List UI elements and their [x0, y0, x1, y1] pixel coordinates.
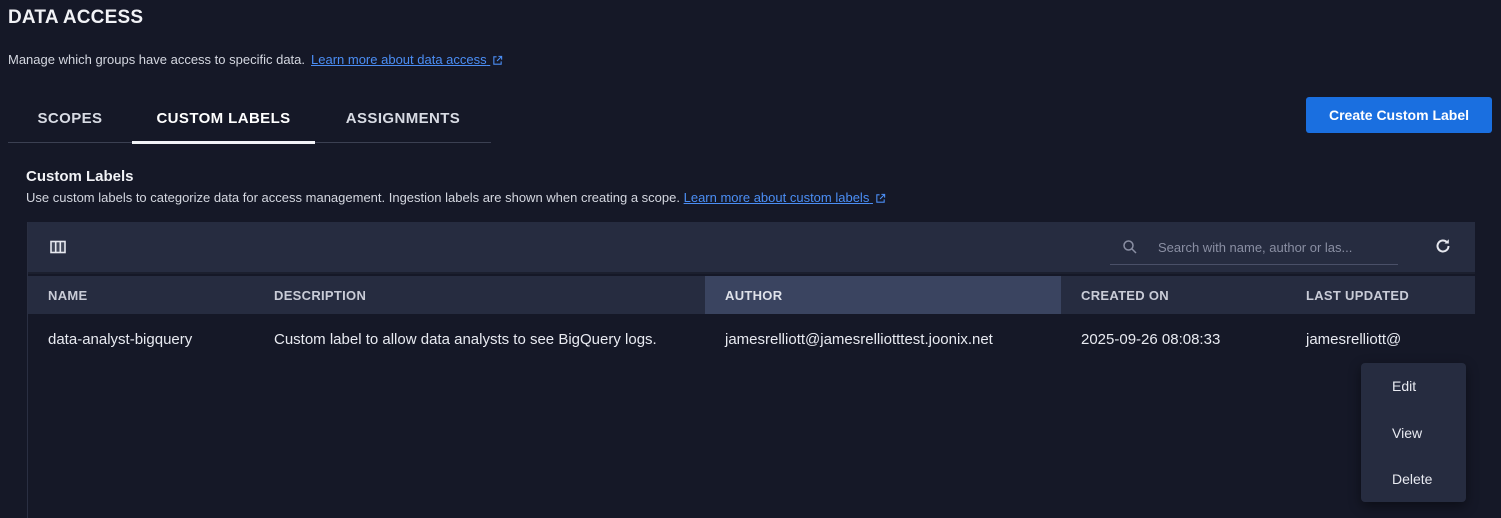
learn-more-data-access-label: Learn more about data access	[311, 52, 487, 67]
column-header-author[interactable]: AUTHOR	[705, 276, 1061, 314]
section-description-text: Use custom labels to categorize data for…	[26, 190, 680, 205]
column-header-created-on[interactable]: CREATED ON	[1061, 276, 1286, 314]
table-toolbar	[28, 222, 1475, 274]
tab-bar: SCOPES CUSTOM LABELS ASSIGNMENTS	[8, 93, 491, 144]
menu-item-delete[interactable]: Delete	[1361, 459, 1466, 499]
section-description: Use custom labels to categorize data for…	[26, 190, 886, 205]
learn-more-data-access-link[interactable]: Learn more about data access	[311, 52, 503, 67]
cell-last-updated: jamesrelliott@	[1306, 330, 1402, 348]
column-header-description[interactable]: DESCRIPTION	[254, 276, 705, 314]
search-box	[1110, 233, 1398, 265]
cell-name: data-analyst-bigquery	[48, 330, 193, 348]
search-icon	[1123, 240, 1137, 254]
tab-scopes[interactable]: SCOPES	[8, 93, 132, 143]
create-custom-label-button[interactable]: Create Custom Label	[1306, 97, 1492, 133]
cell-author: jamesrelliott@jamesrelliotttest.joonix.n…	[725, 330, 993, 348]
cell-description: Custom label to allow data analysts to s…	[274, 330, 657, 348]
learn-more-custom-labels-label: Learn more about custom labels	[683, 190, 870, 205]
columns-icon[interactable]	[50, 240, 66, 254]
learn-more-custom-labels-link[interactable]: Learn more about custom labels	[684, 190, 886, 205]
external-link-icon	[876, 193, 886, 203]
menu-item-view[interactable]: View	[1361, 413, 1466, 453]
search-input[interactable]	[1158, 236, 1394, 258]
column-header-name[interactable]: NAME	[28, 276, 254, 314]
table-row[interactable]: data-analyst-bigquery Custom label to al…	[28, 314, 1475, 364]
tab-custom-labels[interactable]: CUSTOM LABELS	[132, 93, 315, 144]
row-action-menu: Edit View Delete	[1361, 363, 1466, 502]
custom-labels-table: NAME DESCRIPTION AUTHOR CREATED ON LAST …	[27, 222, 1475, 518]
external-link-icon	[493, 55, 503, 65]
page-subtitle: Manage which groups have access to speci…	[8, 52, 503, 67]
refresh-icon[interactable]	[1434, 237, 1452, 255]
cell-created-on: 2025-09-26 08:08:33	[1081, 330, 1221, 348]
column-header-last-updated[interactable]: LAST UPDATED	[1286, 276, 1475, 314]
section-title: Custom Labels	[26, 168, 134, 185]
page-subtitle-text: Manage which groups have access to speci…	[8, 52, 306, 67]
menu-item-edit[interactable]: Edit	[1361, 366, 1466, 406]
table-header: NAME DESCRIPTION AUTHOR CREATED ON LAST …	[28, 276, 1475, 314]
page-title: DATA ACCESS	[8, 7, 144, 28]
data-access-page: DATA ACCESS Manage which groups have acc…	[0, 0, 1501, 518]
tab-assignments[interactable]: ASSIGNMENTS	[315, 93, 491, 143]
